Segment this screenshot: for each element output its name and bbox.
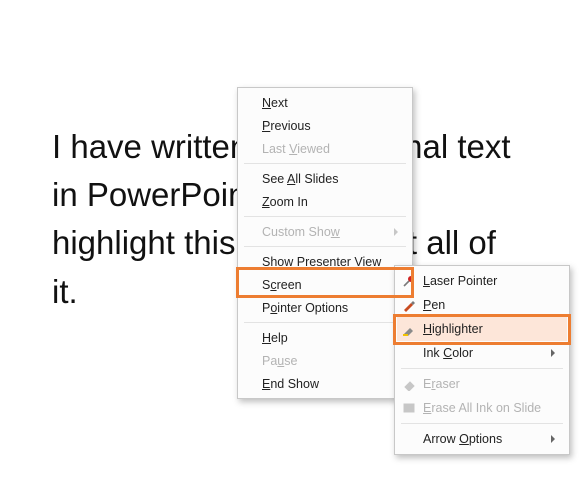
submenu-highlighter[interactable]: Highlighter [397,317,567,341]
menu-separator [401,423,563,424]
menu-screen[interactable]: Screen [240,273,410,296]
eraser-icon [401,376,417,392]
menu-see-all-slides[interactable]: See All Slides [240,167,410,190]
submenu-arrow-options[interactable]: Arrow Options [397,427,567,451]
context-menu: Next Previous Last Viewed See All Slides… [237,87,413,399]
menu-separator [244,163,406,164]
menu-previous[interactable]: Previous [240,114,410,137]
menu-custom-show: Custom Show [240,220,410,243]
menu-zoom-in[interactable]: Zoom In [240,190,410,213]
menu-separator [401,368,563,369]
menu-last-viewed: Last Viewed [240,137,410,160]
menu-separator [244,246,406,247]
menu-separator [244,322,406,323]
menu-pause: Pause [240,349,410,372]
submenu-erase-all-ink: Erase All Ink on Slide [397,396,567,420]
submenu-laser-pointer[interactable]: Laser Pointer [397,269,567,293]
submenu-pen[interactable]: Pen [397,293,567,317]
menu-next[interactable]: Next [240,91,410,114]
pointer-options-submenu: Laser Pointer Pen Highlighter Ink Color … [394,265,570,455]
blank-icon [401,345,417,361]
menu-pointer-options[interactable]: Pointer Options [240,296,410,319]
submenu-ink-color[interactable]: Ink Color [397,341,567,365]
submenu-eraser: Eraser [397,372,567,396]
erase-all-icon [401,400,417,416]
menu-help[interactable]: Help [240,326,410,349]
menu-separator [244,216,406,217]
blank-icon [401,431,417,447]
pen-icon [401,297,417,313]
highlighter-icon [401,321,417,337]
laser-pointer-icon [401,273,417,289]
menu-show-presenter-view[interactable]: Show Presenter View [240,250,410,273]
menu-end-show[interactable]: End Show [240,372,410,395]
